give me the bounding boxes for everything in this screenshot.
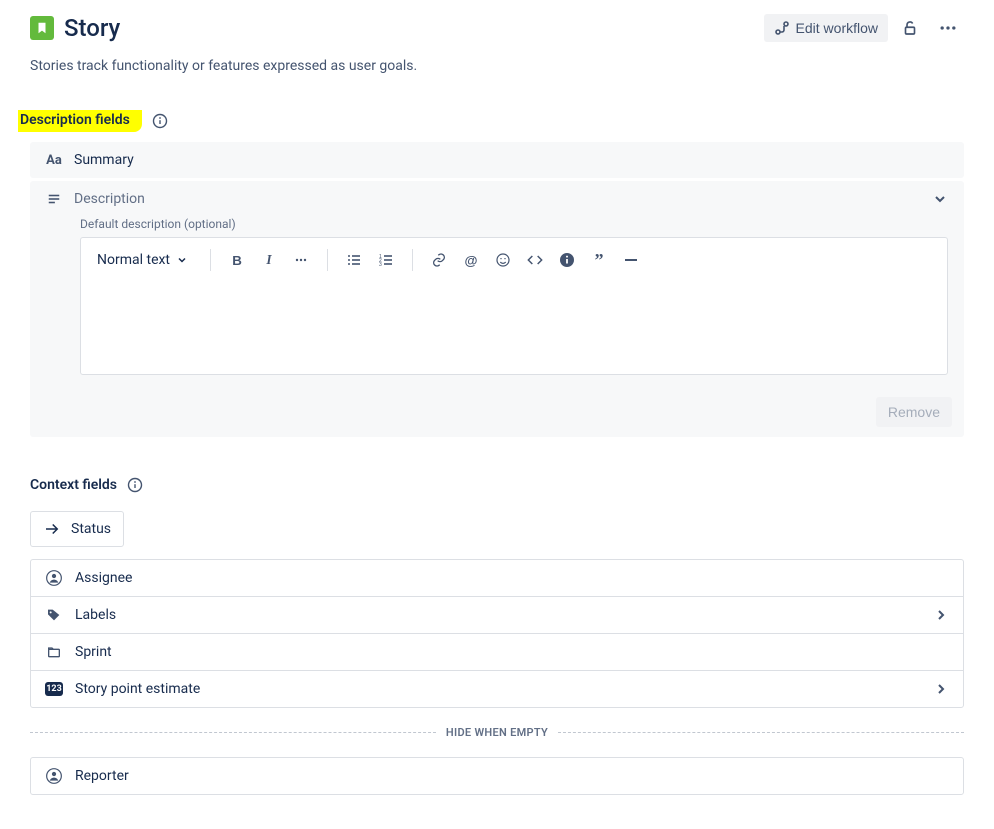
page-subtitle: Stories track functionality or features … — [30, 58, 964, 74]
italic-button[interactable]: I — [255, 246, 283, 274]
context-section-title: Context fields — [30, 477, 117, 493]
chevron-right-icon — [933, 607, 949, 623]
description-field-header[interactable]: Description — [30, 181, 964, 217]
divider-label: HIDE WHEN EMPTY — [446, 726, 548, 739]
chevron-down-icon — [932, 191, 948, 207]
more-horizontal-icon — [938, 18, 958, 38]
toolbar-separator — [210, 249, 211, 271]
remove-button[interactable]: Remove — [876, 397, 952, 427]
info-icon[interactable] — [152, 113, 168, 129]
lock-open-icon — [901, 19, 919, 37]
info-circle-icon — [559, 252, 575, 268]
context-item-label: Assignee — [75, 570, 132, 586]
workflow-icon — [774, 20, 790, 36]
assignee-icon — [45, 570, 63, 586]
quote-button[interactable]: ” — [585, 246, 613, 274]
summary-field-label: Summary — [74, 152, 134, 168]
description-section-title: Description fields — [18, 110, 142, 132]
context-item-sprint[interactable]: Sprint — [31, 634, 963, 671]
link-button[interactable] — [425, 246, 453, 274]
code-button[interactable] — [521, 246, 549, 274]
svg-text:3: 3 — [379, 262, 382, 268]
divider-line — [30, 732, 436, 733]
status-chip[interactable]: Status — [30, 511, 124, 547]
toolbar-separator — [412, 249, 413, 271]
editor-content-area[interactable] — [81, 282, 947, 374]
more-button[interactable] — [932, 12, 964, 44]
horizontal-rule-icon — [623, 252, 639, 268]
context-item-label: Sprint — [75, 644, 112, 660]
description-editor[interactable]: Normal text B I 123 @ ” — [80, 237, 948, 375]
tag-icon — [45, 607, 63, 623]
header-actions: Edit workflow — [764, 12, 964, 44]
summary-field-header: Aa Summary — [30, 142, 964, 178]
text-format-label: Normal text — [97, 252, 170, 268]
description-field-footer: Remove — [30, 387, 964, 437]
bullet-list-button[interactable] — [340, 246, 368, 274]
divider-button[interactable] — [617, 246, 645, 274]
edit-workflow-label: Edit workflow — [796, 20, 878, 36]
story-icon — [30, 16, 54, 40]
reporter-icon — [45, 768, 63, 784]
toolbar-separator — [327, 249, 328, 271]
context-item-story-points[interactable]: 123 Story point estimate — [31, 671, 963, 707]
context-item-label: Reporter — [75, 768, 129, 784]
quote-icon: ” — [595, 256, 604, 264]
editor-toolbar: Normal text B I 123 @ ” — [81, 238, 947, 282]
italic-icon: I — [266, 252, 271, 268]
text-aa-icon: Aa — [46, 153, 62, 168]
paragraph-icon — [46, 192, 62, 206]
context-item-label: Story point estimate — [75, 681, 200, 697]
page-header: Story Edit workflow — [30, 12, 964, 44]
context-item-reporter[interactable]: Reporter — [31, 758, 963, 794]
context-item-labels[interactable]: Labels — [31, 597, 963, 634]
numbered-list-icon: 123 — [378, 252, 394, 268]
emoji-button[interactable] — [489, 246, 517, 274]
arrow-right-icon — [43, 520, 61, 538]
numbered-list-button[interactable]: 123 — [372, 246, 400, 274]
emoji-icon — [495, 252, 511, 268]
status-label: Status — [71, 521, 111, 537]
code-icon — [527, 252, 543, 268]
description-helper-label: Default description (optional) — [80, 217, 948, 231]
sprint-icon — [45, 644, 63, 660]
hide-when-empty-divider: HIDE WHEN EMPTY — [30, 726, 964, 739]
context-item-assignee[interactable]: Assignee — [31, 560, 963, 597]
chevron-right-icon — [933, 681, 949, 697]
mention-button[interactable]: @ — [457, 246, 485, 274]
context-section-header: Context fields — [30, 477, 964, 493]
link-icon — [431, 252, 447, 268]
mention-icon: @ — [465, 253, 478, 268]
description-field-label: Description — [74, 191, 145, 207]
description-field-card: Description Default description (optiona… — [30, 181, 964, 437]
info-icon[interactable] — [127, 477, 143, 493]
context-section: Context fields Status Assignee Labels — [30, 477, 964, 795]
divider-line — [558, 732, 964, 733]
description-section-header: Description fields — [18, 110, 964, 132]
summary-field-card[interactable]: Aa Summary — [30, 142, 964, 178]
lock-button[interactable] — [894, 12, 926, 44]
title-wrap: Story — [30, 14, 120, 42]
edit-workflow-button[interactable]: Edit workflow — [764, 14, 888, 42]
number-icon: 123 — [45, 682, 63, 696]
context-fields-list: Assignee Labels Sprint 123 Story point e… — [30, 559, 964, 708]
ellipsis-icon — [293, 252, 309, 268]
context-fields-list-2: Reporter — [30, 757, 964, 795]
more-formatting-button[interactable] — [287, 246, 315, 274]
bold-icon: B — [232, 253, 242, 268]
info-panel-button[interactable] — [553, 246, 581, 274]
context-item-label: Labels — [75, 607, 116, 623]
bullet-list-icon — [346, 252, 362, 268]
bold-button[interactable]: B — [223, 246, 251, 274]
description-field-body: Default description (optional) Normal te… — [30, 217, 964, 387]
page-title: Story — [64, 14, 120, 42]
text-format-selector[interactable]: Normal text — [93, 248, 192, 272]
